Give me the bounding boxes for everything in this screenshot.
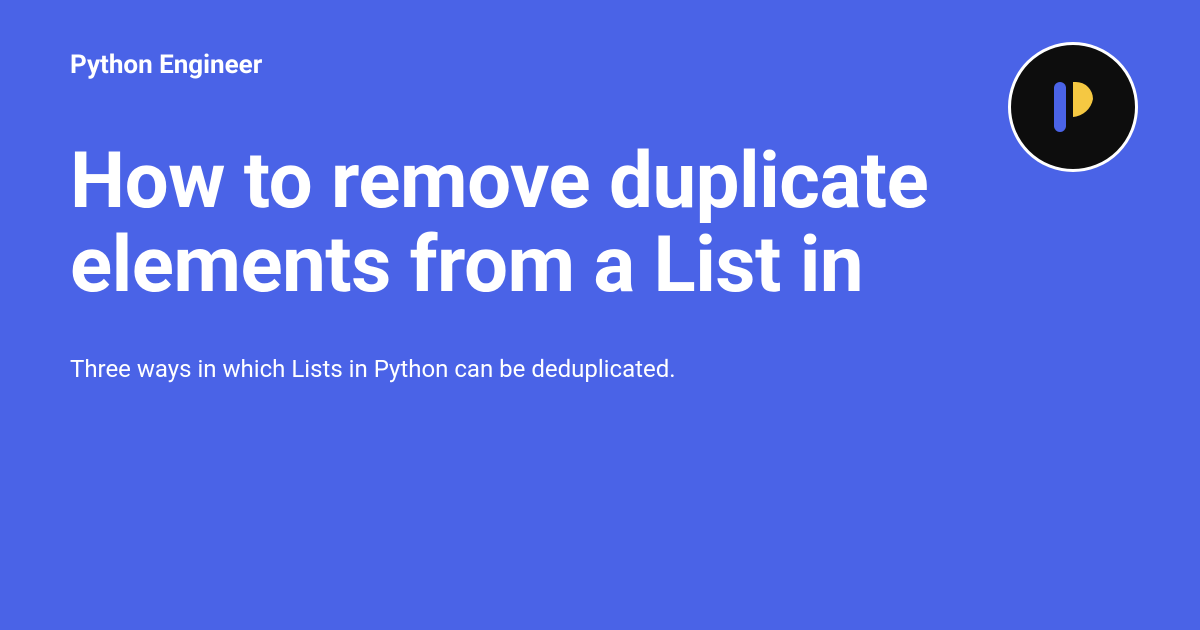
article-title: How to remove duplicate elements from a …: [70, 140, 970, 308]
article-subtitle: Three ways in which Lists in Python can …: [70, 353, 1130, 387]
logo-badge: [1008, 42, 1138, 172]
logo-icon: [1038, 72, 1108, 142]
site-name: Python Engineer: [70, 50, 1130, 80]
